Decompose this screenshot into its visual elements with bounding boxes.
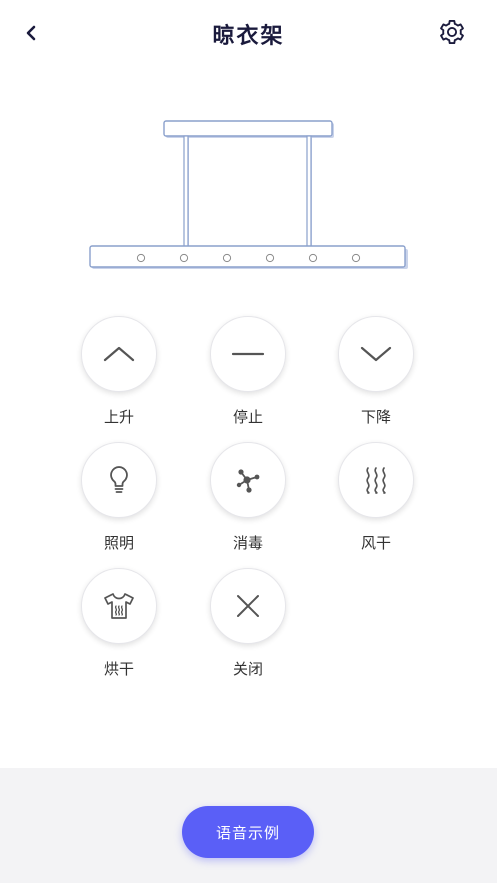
page-title: 晾衣架	[212, 24, 285, 49]
heat-dry-label: 烘干	[103, 660, 134, 678]
disinfect-button[interactable]: 消毒	[200, 442, 296, 553]
lower-circle[interactable]	[338, 316, 414, 392]
raise-circle[interactable]	[81, 316, 157, 392]
disinfect-circle[interactable]	[210, 442, 286, 518]
light-button[interactable]: 照明	[71, 442, 167, 553]
light-label: 照明	[103, 534, 134, 552]
air-dry-circle[interactable]	[338, 442, 414, 518]
raise-button[interactable]: 上升	[71, 316, 167, 427]
off-button[interactable]: 关闭	[200, 568, 296, 679]
heat-dry-circle[interactable]	[81, 568, 157, 644]
bulb-icon	[110, 466, 128, 493]
light-circle[interactable]	[81, 442, 157, 518]
minus-icon	[231, 352, 265, 356]
air-dry-label: 风干	[360, 534, 391, 552]
off-circle[interactable]	[210, 568, 286, 644]
bottom-curve	[0, 773, 497, 800]
stop-label: 停止	[232, 408, 263, 426]
stop-button[interactable]: 停止	[200, 316, 296, 427]
disinfect-icon	[236, 469, 260, 493]
air-dry-icon	[366, 467, 386, 494]
air-dry-button[interactable]: 风干	[328, 442, 424, 553]
chevron-up-icon	[103, 346, 135, 362]
voice-example-button[interactable]: 语音示例	[182, 806, 314, 858]
lower-button[interactable]: 下降	[328, 316, 424, 427]
header: 晾衣架	[0, 0, 497, 66]
screen: 晾衣架 上升 停止 下降 照明 消毒 风干 烘干 关闭 语音示例	[0, 0, 497, 883]
stop-circle[interactable]	[210, 316, 286, 392]
disinfect-label: 消毒	[232, 534, 263, 552]
rack-illustration	[89, 120, 408, 269]
chevron-down-icon	[360, 346, 392, 362]
off-label: 关闭	[232, 660, 263, 678]
heat-dry-button[interactable]: 烘干	[71, 568, 167, 679]
close-icon	[237, 595, 259, 617]
gear-icon	[440, 19, 464, 45]
settings-button[interactable]	[436, 16, 468, 48]
lower-label: 下降	[360, 408, 391, 426]
heat-dry-icon	[104, 593, 134, 619]
raise-label: 上升	[103, 408, 134, 426]
